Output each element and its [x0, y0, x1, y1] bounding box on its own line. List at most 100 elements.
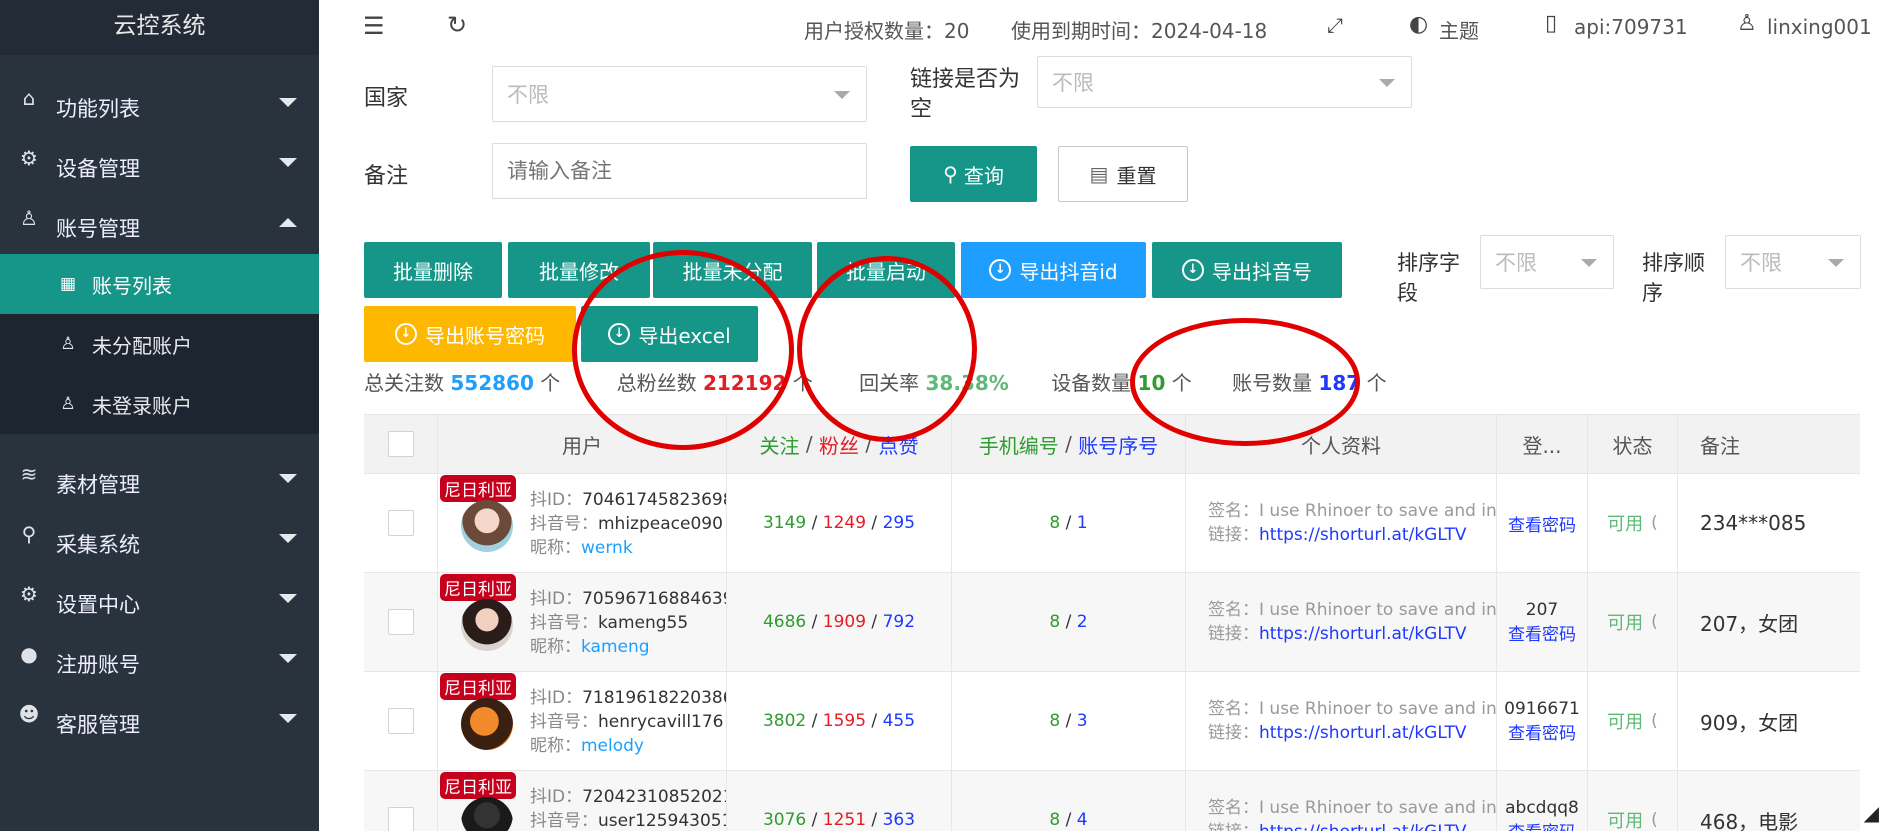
profile-link[interactable]: https://shorturl.at/kGLTV	[1259, 822, 1467, 831]
row-checkbox[interactable]	[387, 708, 414, 734]
batch-start-button[interactable]: 批量启动	[817, 242, 955, 298]
account-seq: 3	[1076, 711, 1088, 731]
collapse-menu-icon[interactable]: ☰	[363, 12, 385, 40]
fans-count: 1595	[822, 711, 867, 731]
theme-button[interactable]: 主题	[1439, 15, 1479, 44]
avatar	[461, 797, 513, 831]
export-douyin-id-button[interactable]: ↓ 导出抖音id	[961, 242, 1146, 298]
link-empty-select[interactable]: 不限	[1037, 56, 1412, 108]
menu-functions[interactable]: ⌂ 功能列表	[0, 74, 319, 134]
user-menu[interactable]: linxing001	[1767, 15, 1872, 39]
export-douyin-no-button[interactable]: ↓ 导出抖音号	[1152, 242, 1342, 298]
header-profile: 个人资料	[1186, 415, 1497, 473]
menu-materials[interactable]: ≋ 素材管理	[0, 450, 319, 510]
menu-label: 设置中心	[56, 593, 140, 617]
user-outline-icon: ♙	[60, 394, 76, 414]
header-phone-no: 手机编号	[978, 433, 1059, 458]
table-row: 尼日利亚 抖ID：70596716884639 抖音号：kameng55 昵称：…	[364, 573, 1860, 672]
reset-button-label: 重置	[1116, 163, 1157, 188]
login-cell: 查看密码	[1497, 474, 1588, 572]
export-account-pwd-button[interactable]: ↓ 导出账号密码	[364, 306, 576, 362]
stats-cell: 4686 / 1909 / 792	[727, 573, 952, 671]
country-select[interactable]: 不限	[492, 66, 867, 122]
douyin-id-value: 70461745823698	[582, 490, 727, 510]
row-checkbox[interactable]	[387, 510, 414, 536]
user-cell: 尼日利亚 抖ID：71819618220386 抖音号：henrycavill1…	[438, 672, 727, 770]
note-input[interactable]	[492, 143, 867, 199]
view-password-link[interactable]: 查看密码	[1508, 818, 1576, 831]
sign-value: I use Rhinoer to save and inv	[1259, 699, 1497, 719]
stats-cell: 3076 / 1251 / 363	[727, 771, 952, 831]
profile-link[interactable]: https://shorturl.at/kGLTV	[1259, 723, 1467, 743]
select-all-checkbox[interactable]	[387, 431, 414, 457]
view-password-link[interactable]: 查看密码	[1508, 620, 1576, 645]
unit: 个	[540, 371, 561, 395]
sort-field-label: 排序字段	[1397, 251, 1460, 305]
header-account-no: 账号序号	[1078, 433, 1159, 458]
topbar: ☰ ↻ 用户授权数量：20 使用到期时间：2024-04-18 ⤢ ◐ 主题 ▯…	[319, 0, 1881, 56]
sort-order-select[interactable]: 不限	[1725, 235, 1861, 289]
menu-label: 账号管理	[56, 217, 140, 241]
nickname-value[interactable]: wernk	[581, 538, 633, 558]
view-password-link[interactable]: 查看密码	[1508, 719, 1576, 744]
menu-collect[interactable]: ⚲ 采集系统	[0, 510, 319, 570]
sort-field-select[interactable]: 不限	[1480, 235, 1614, 289]
profile-info: 签名：I use Rhinoer to save and inv 链接：http…	[1208, 499, 1496, 547]
nickname-value[interactable]: kameng	[581, 637, 650, 657]
chevron-down-icon	[279, 534, 297, 543]
profile-link[interactable]: https://shorturl.at/kGLTV	[1259, 525, 1467, 545]
account-count-label: 账号数量	[1232, 371, 1313, 395]
note-value: 234***085	[1700, 511, 1807, 535]
refresh-icon[interactable]: ↻	[447, 11, 467, 39]
nickname-value[interactable]: melody	[581, 736, 644, 756]
sign-value: I use Rhinoer to save and inv	[1259, 798, 1497, 818]
separator: /	[806, 612, 823, 632]
follow-count: 3802	[762, 711, 807, 731]
export-excel-button[interactable]: ↓ 导出excel	[581, 306, 758, 362]
country-badge: 尼日利亚	[440, 574, 516, 601]
row-checkbox[interactable]	[387, 609, 414, 635]
douyin-id-label: 抖ID：	[530, 787, 583, 807]
row-checkbox[interactable]	[387, 807, 414, 831]
account-table: 用户 关注 / 粉丝 / 点赞 手机编号 / 账号序号 个人资料 登... 状态…	[364, 414, 1860, 831]
profile-info: 签名：I use Rhinoer to save and inv 链接：http…	[1208, 796, 1497, 831]
menu-support[interactable]: ☻ 客服管理	[0, 690, 319, 750]
state-cell: 可用 (	[1588, 771, 1678, 831]
menu-accounts[interactable]: ♙ 账号管理	[0, 194, 319, 254]
submenu-account-list[interactable]: ▦ 账号列表	[0, 254, 319, 314]
view-password-link[interactable]: 查看密码	[1508, 511, 1576, 536]
palette-icon: ◐	[1409, 12, 1429, 37]
follow-count: 3149	[762, 513, 807, 533]
file-icon: ▯	[1545, 11, 1558, 36]
header-fans: 粉丝	[819, 433, 859, 458]
separator: /	[806, 711, 823, 731]
query-button[interactable]: ⚲ 查询	[910, 146, 1037, 202]
table-header: 用户 关注 / 粉丝 / 点赞 手机编号 / 账号序号 个人资料 登... 状态…	[364, 415, 1860, 474]
header-state-label: 状态	[1612, 433, 1653, 458]
profile-link[interactable]: https://shorturl.at/kGLTV	[1259, 624, 1467, 644]
menu-register[interactable]: ● 注册账号	[0, 630, 319, 690]
stats-bar: 总关注数 552860 个 总粉丝数 212192 个 回关率 38.38% 设…	[364, 367, 1387, 396]
menu-devices[interactable]: ⚙ 设备管理	[0, 134, 319, 194]
profile-info: 签名：I use Rhinoer to save and inv 链接：http…	[1208, 697, 1497, 745]
reset-button[interactable]: ▤ 重置	[1058, 146, 1188, 202]
submenu-not-logged-in[interactable]: ♙ 未登录账户	[0, 374, 319, 434]
menu-settings[interactable]: ⚙ 设置中心	[0, 570, 319, 630]
note-cell: 468，电影	[1678, 771, 1860, 831]
export-excel-label: 导出excel	[638, 323, 731, 348]
douyin-id-value: 72042310852021	[582, 787, 727, 807]
submenu-unassigned[interactable]: ♙ 未分配账户	[0, 314, 319, 374]
batch-edit-button[interactable]: 批量修改	[508, 242, 650, 298]
account-count-value: 187	[1318, 371, 1361, 395]
chevron-up-icon	[279, 218, 297, 227]
batch-delete-button[interactable]: 批量删除	[364, 242, 502, 298]
fullscreen-icon[interactable]: ⤢	[1327, 13, 1343, 37]
user-cell: 尼日利亚 抖ID：70596716884639 抖音号：kameng55 昵称：…	[438, 573, 727, 671]
login-cell: 207 查看密码	[1497, 573, 1588, 671]
license-count: 用户授权数量：20	[804, 19, 970, 43]
link-empty-label: 链接是否为空	[910, 67, 1021, 122]
link-label: 链接：	[1208, 525, 1259, 545]
header-select-all	[364, 415, 438, 473]
resize-handle-icon[interactable]: ◢	[1864, 801, 1879, 825]
batch-unassign-button[interactable]: 批量未分配	[653, 242, 812, 298]
